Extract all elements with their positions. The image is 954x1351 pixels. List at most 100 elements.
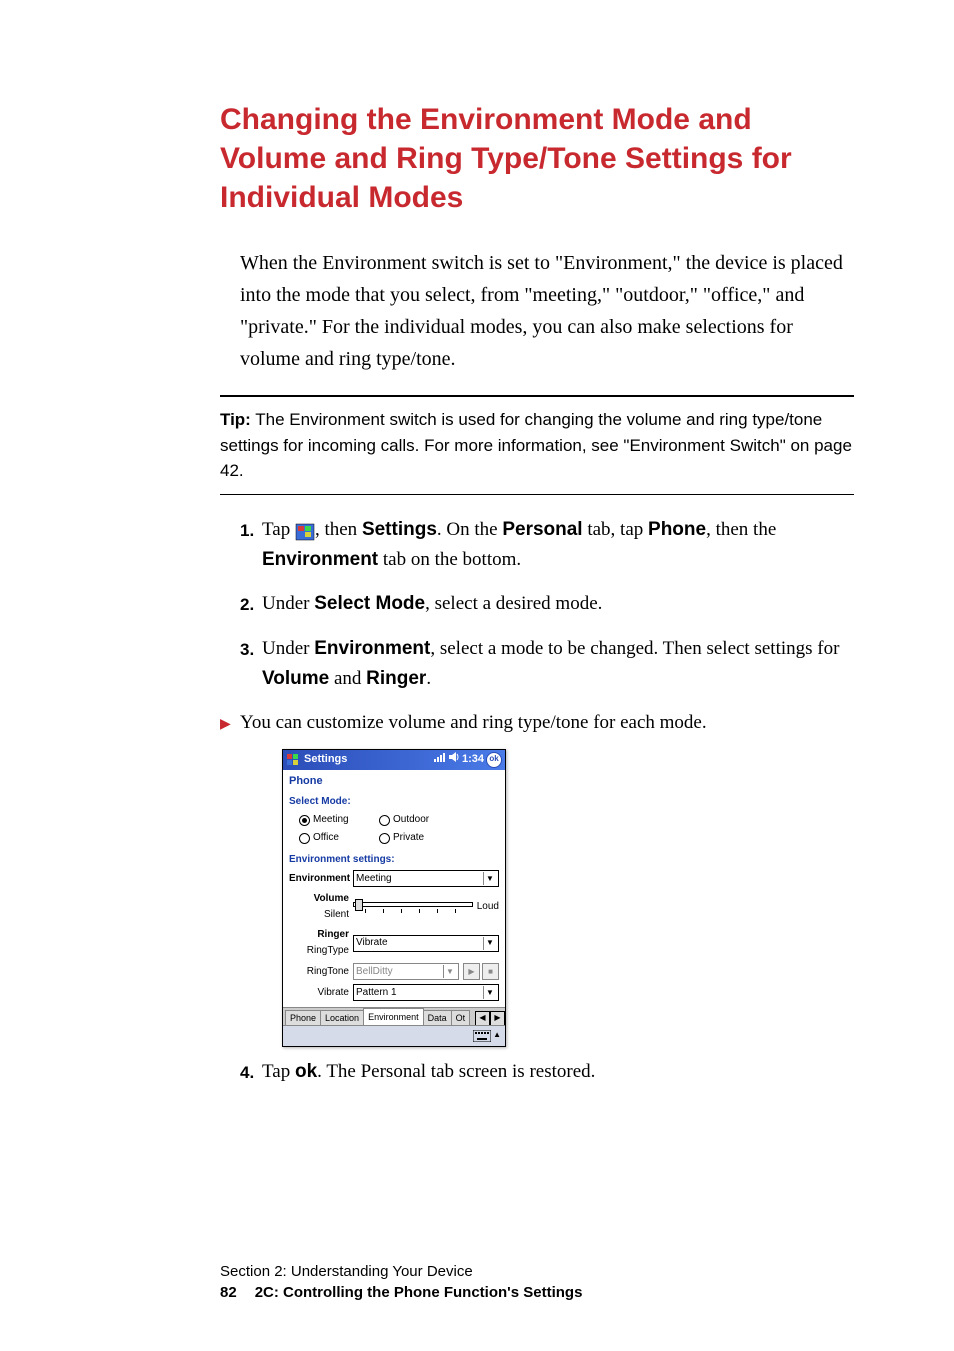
signal-icon	[434, 751, 446, 770]
volume-slider[interactable]	[353, 899, 473, 915]
step-4: 4. Tap ok. The Personal tab screen is re…	[240, 1057, 854, 1087]
step-3: 3. Under Environment, select a mode to b…	[240, 634, 854, 695]
intro-paragraph: When the Environment switch is set to "E…	[240, 247, 854, 375]
volume-label: Volume	[314, 893, 349, 904]
tab-phone[interactable]: Phone	[285, 1010, 321, 1026]
bullet-text: You can customize volume and ring type/t…	[240, 708, 707, 738]
phone-header: Phone	[283, 770, 505, 793]
tip-block: Tip: The Environment switch is used for …	[220, 407, 854, 484]
step-3-bold1: Environment	[314, 638, 430, 659]
tab-other[interactable]: Ot	[451, 1010, 471, 1026]
step-4-text2: . The Personal tab screen is restored.	[317, 1061, 595, 1082]
dropdown-arrow-icon: ▼	[483, 937, 496, 950]
page-footer: Section 2: Understanding Your Device 82 2…	[220, 1263, 582, 1301]
tip-text: The Environment switch is used for chang…	[220, 410, 852, 480]
volume-loud-label: Loud	[477, 899, 499, 915]
step-3-text3: and	[329, 668, 366, 689]
triangle-bullet-icon: ▶	[220, 708, 240, 736]
step-4-body: Tap ok. The Personal tab screen is resto…	[262, 1057, 854, 1087]
step-4-bold1: ok	[295, 1061, 317, 1082]
step-1: 1. Tap , then Settings. On the Personal …	[240, 515, 854, 576]
device-screenshot: Settings 1:34 ok Phone Select Mode: Meet…	[282, 749, 506, 1047]
step-3-bold2: Volume	[262, 668, 329, 689]
tab-scroll-right[interactable]: ▶	[490, 1011, 505, 1026]
step-1-number: 1.	[240, 515, 262, 544]
radio-outdoor-label: Outdoor	[393, 812, 429, 828]
step-1-text6: tab on the bottom.	[378, 549, 521, 570]
vibrate-value: Pattern 1	[356, 985, 483, 1001]
tab-data[interactable]: Data	[423, 1010, 452, 1026]
mode-radio-group: Meeting Outdoor Office Private	[283, 810, 505, 850]
vibrate-field: Vibrate Pattern 1 ▼	[283, 982, 505, 1003]
tab-bar: Phone Location Environment Data Ot ◀ ▶	[283, 1007, 505, 1026]
page-heading: Changing the Environment Mode and Volume…	[220, 100, 854, 217]
step-4-text: Tap	[262, 1061, 295, 1082]
radio-private[interactable]: Private	[379, 830, 459, 846]
environment-value: Meeting	[356, 871, 483, 887]
step-3-text2: , select a mode to be changed. Then sele…	[430, 638, 839, 659]
tab-scroll-left[interactable]: ◀	[475, 1011, 490, 1026]
step-3-text: Under	[262, 638, 314, 659]
radio-private-label: Private	[393, 830, 424, 846]
radio-meeting[interactable]: Meeting	[299, 812, 379, 828]
radio-office-label: Office	[313, 830, 339, 846]
radio-outdoor[interactable]: Outdoor	[379, 812, 459, 828]
ringtone-dropdown[interactable]: BellDitty ▼	[353, 963, 459, 980]
divider-bottom	[220, 494, 854, 495]
titlebar-title: Settings	[304, 751, 434, 769]
play-button[interactable]: ▶	[463, 963, 480, 980]
start-icon[interactable]	[286, 753, 300, 767]
titlebar: Settings 1:34 ok	[283, 750, 505, 770]
ringer-label: Ringer	[317, 929, 349, 940]
footer-section: Section 2: Understanding Your Device	[220, 1263, 582, 1280]
step-2-bold1: Select Mode	[314, 593, 425, 614]
ok-button[interactable]: ok	[486, 752, 502, 768]
sip-up-icon[interactable]: ▲	[493, 1029, 501, 1042]
step-1-bold1: Settings	[362, 519, 437, 540]
ringtone-value: BellDitty	[356, 964, 443, 980]
footer-page-number: 82	[220, 1284, 237, 1301]
ringtype-dropdown[interactable]: Vibrate ▼	[353, 935, 499, 952]
step-1-text2: , then	[315, 519, 362, 540]
speaker-icon	[448, 751, 460, 770]
clock-time: 1:34	[462, 751, 484, 769]
step-3-bold3: Ringer	[366, 668, 426, 689]
step-2: 2. Under Select Mode, select a desired m…	[240, 589, 854, 619]
footer-subtitle: 2C: Controlling the Phone Function's Set…	[255, 1284, 583, 1301]
step-1-bold4: Environment	[262, 549, 378, 570]
step-1-body: Tap , then Settings. On the Personal tab…	[262, 515, 854, 576]
ringtone-label: RingTone	[307, 966, 349, 977]
radio-office[interactable]: Office	[299, 830, 379, 846]
step-1-text: Tap	[262, 519, 295, 540]
vibrate-dropdown[interactable]: Pattern 1 ▼	[353, 984, 499, 1001]
step-2-text: Under	[262, 593, 314, 614]
keyboard-icon[interactable]	[473, 1030, 491, 1042]
ringtype-field: Ringer RingType Vibrate ▼	[283, 925, 505, 961]
bullet-note: ▶ You can customize volume and ring type…	[220, 708, 854, 738]
divider-top	[220, 395, 854, 397]
step-1-text5: , then the	[706, 519, 776, 540]
step-2-text2: , select a desired mode.	[425, 593, 602, 614]
step-1-bold2: Personal	[502, 519, 582, 540]
step-3-number: 3.	[240, 634, 262, 663]
radio-meeting-label: Meeting	[313, 812, 349, 828]
volume-field: Volume Silent Loud	[283, 889, 505, 925]
stop-button[interactable]: ■	[482, 963, 499, 980]
environment-dropdown[interactable]: Meeting ▼	[353, 870, 499, 887]
select-mode-label: Select Mode:	[283, 792, 505, 810]
vibrate-label: Vibrate	[317, 987, 349, 998]
windows-start-icon	[295, 521, 315, 539]
step-1-text4: tab, tap	[583, 519, 648, 540]
dropdown-arrow-icon: ▼	[483, 986, 496, 999]
step-1-text3: . On the	[437, 519, 502, 540]
environment-label: Environment	[289, 873, 350, 884]
step-3-body: Under Environment, select a mode to be c…	[262, 634, 854, 695]
tab-location[interactable]: Location	[320, 1010, 364, 1026]
dropdown-arrow-icon: ▼	[443, 965, 456, 978]
ringtone-field: RingTone BellDitty ▼ ▶ ■	[283, 961, 505, 982]
dropdown-arrow-icon: ▼	[483, 872, 496, 885]
step-1-bold3: Phone	[648, 519, 706, 540]
step-4-number: 4.	[240, 1057, 262, 1086]
ringtype-value: Vibrate	[356, 935, 483, 951]
tab-environment[interactable]: Environment	[363, 1008, 424, 1026]
